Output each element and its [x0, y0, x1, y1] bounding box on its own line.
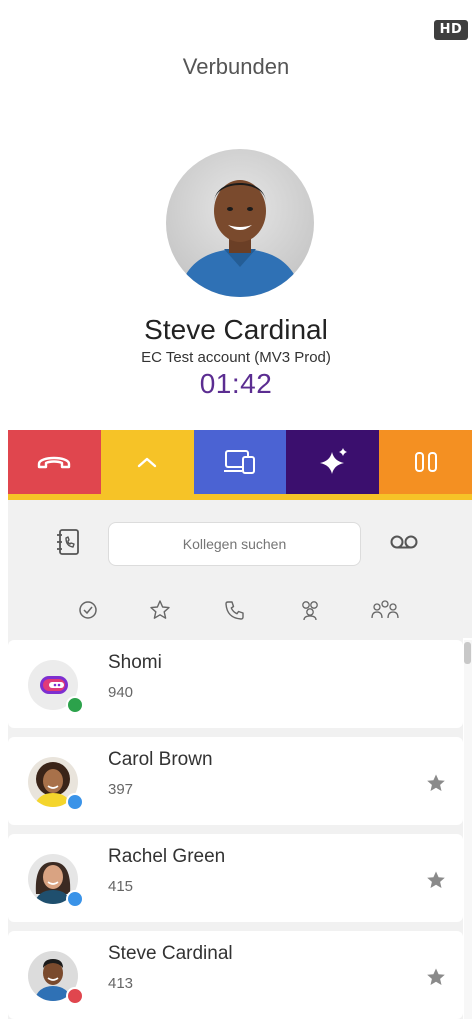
colleague-tools — [8, 500, 472, 638]
star-outline-icon — [150, 600, 170, 619]
pause-icon — [414, 452, 437, 472]
favorite-star-icon[interactable] — [426, 870, 446, 890]
hangup-button[interactable] — [8, 430, 101, 494]
hold-button[interactable] — [379, 430, 472, 494]
hangup-icon — [38, 456, 71, 469]
favorite-star-icon[interactable] — [426, 967, 446, 987]
contact-card[interactable]: Shomi 940 — [8, 640, 463, 728]
presence-indicator — [66, 793, 84, 811]
contact-name: Rachel Green — [108, 846, 226, 867]
contact-filters — [8, 598, 472, 624]
contact-extension: 415 — [108, 878, 134, 895]
contact-extension: 940 — [108, 684, 134, 701]
phonebook-icon — [57, 529, 79, 555]
filter-available[interactable] — [75, 598, 101, 622]
scrollbar-thumb[interactable] — [464, 642, 471, 664]
ai-assist-button[interactable] — [286, 430, 380, 494]
favorite-star-icon[interactable] — [426, 773, 446, 793]
call-status: Verbunden — [182, 54, 290, 79]
phone-icon — [225, 601, 244, 620]
contact-card[interactable]: Steve Cardinal 413 — [8, 931, 463, 1019]
expand-button[interactable] — [100, 430, 194, 494]
filter-team[interactable] — [297, 598, 323, 622]
device-switch-icon — [223, 450, 255, 474]
voicemail-icon — [390, 535, 418, 549]
chevron-up-icon — [137, 457, 157, 468]
caller-account: EC Test account (MV3 Prod) — [141, 349, 331, 366]
voicemail-button[interactable] — [389, 533, 419, 551]
contact-extension: 413 — [108, 975, 134, 992]
filter-favorites[interactable] — [147, 598, 173, 622]
contact-name: Steve Cardinal — [108, 943, 233, 964]
group-icon — [302, 601, 318, 621]
phonebook-button[interactable] — [55, 528, 81, 556]
filter-all-groups[interactable] — [370, 598, 400, 622]
filter-recent-calls[interactable] — [222, 598, 248, 622]
contact-card[interactable]: Rachel Green 415 — [8, 834, 463, 922]
caller-name: Steve Cardinal — [144, 314, 328, 345]
switch-device-button[interactable] — [193, 430, 287, 494]
call-timer: 01:42 — [199, 368, 273, 399]
contact-name: Shomi — [108, 652, 162, 673]
check-circle-icon — [79, 601, 97, 619]
caller-avatar — [166, 149, 314, 297]
contact-name: Carol Brown — [108, 749, 213, 770]
contact-extension: 397 — [108, 781, 134, 798]
contact-card[interactable]: Carol Brown 397 — [8, 737, 463, 825]
presence-indicator — [66, 987, 84, 1005]
call-action-bar — [8, 430, 472, 494]
presence-indicator — [66, 696, 84, 714]
colleague-search-input[interactable] — [108, 522, 361, 566]
sparkle-icon — [319, 448, 347, 474]
groups-icon — [371, 600, 399, 619]
contact-list-scrollbar[interactable] — [464, 640, 472, 1019]
contact-list: Shomi 940 Carol Brown 397 Rachel Green 4… — [8, 638, 463, 1019]
hd-badge: HD — [434, 20, 468, 40]
presence-indicator — [66, 890, 84, 908]
